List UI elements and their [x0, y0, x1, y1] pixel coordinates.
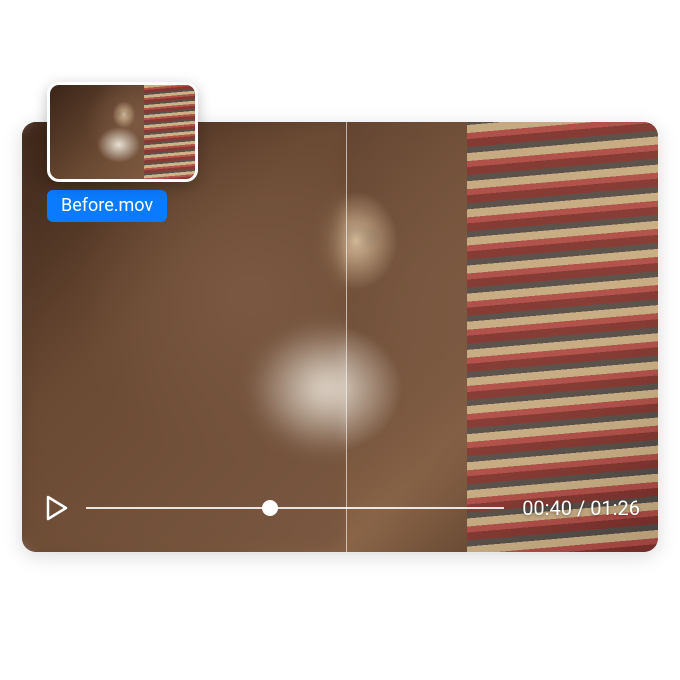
- play-button[interactable]: [40, 491, 74, 525]
- progress-bar[interactable]: [86, 507, 504, 509]
- filename-tag: Before.mov: [47, 190, 167, 222]
- player-controls: 00:40 / 01:26: [22, 464, 658, 552]
- progress-handle[interactable]: [262, 500, 278, 516]
- current-time: 00:40: [522, 496, 572, 520]
- source-thumbnail[interactable]: [47, 82, 198, 182]
- play-icon: [46, 495, 68, 521]
- time-display: 00:40 / 01:26: [522, 496, 640, 520]
- duration: 01:26: [590, 496, 640, 520]
- source-thumbnail-card: Before.mov: [47, 82, 198, 222]
